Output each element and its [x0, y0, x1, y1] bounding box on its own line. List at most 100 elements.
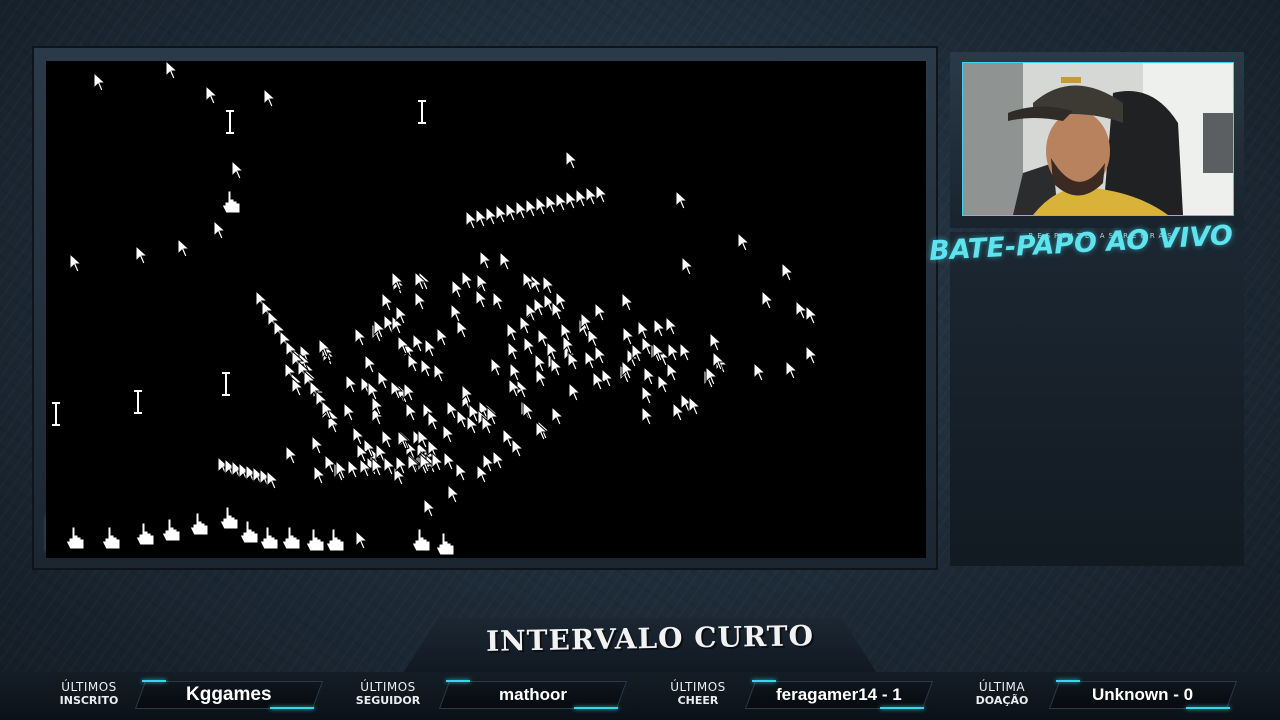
- arrow-cursor-icon: [545, 194, 558, 214]
- hand-cursor-icon: [101, 526, 121, 550]
- stream-overlay: RESPEITE AS REGRAS BATE-PAPO AO VIVO INT…: [0, 0, 1280, 720]
- arrow-cursor-icon: [587, 328, 600, 348]
- hand-cursor-icon: [189, 512, 209, 536]
- text-cursor-icon: [225, 110, 235, 134]
- hand-cursor-icon: [221, 190, 241, 214]
- arrow-cursor-icon: [461, 270, 474, 290]
- arrow-cursor-icon: [367, 381, 380, 401]
- arrow-cursor-icon: [442, 424, 455, 444]
- arrow-cursor-icon: [542, 275, 555, 295]
- arrow-cursor-icon: [761, 290, 774, 310]
- arrow-cursor-icon: [679, 342, 692, 362]
- arrow-cursor-icon: [414, 291, 427, 311]
- arrow-cursor-icon: [313, 465, 326, 485]
- arrow-cursor-icon: [585, 186, 598, 206]
- arrow-cursor-icon: [505, 202, 518, 222]
- arrow-cursor-icon: [525, 198, 538, 218]
- arrow-cursor-icon: [805, 305, 818, 325]
- arrow-cursor-icon: [551, 406, 564, 426]
- stat-accent: [752, 680, 776, 682]
- arrow-cursor-icon: [688, 396, 701, 416]
- arrow-cursor-icon: [785, 360, 798, 380]
- arrow-cursor-icon: [709, 332, 722, 352]
- arrow-cursor-icon: [412, 333, 425, 353]
- hand-cursor-icon: [305, 528, 325, 552]
- stat-label-follower: ÚLTIMOS SEGUIDOR: [355, 680, 421, 707]
- arrow-cursor-icon: [479, 250, 492, 270]
- text-cursor-icon: [133, 390, 143, 414]
- arrow-cursor-icon: [665, 316, 678, 336]
- arrow-cursor-icon: [165, 61, 178, 80]
- arrow-cursor-icon: [622, 326, 635, 346]
- arrow-cursor-icon: [568, 382, 581, 402]
- arrow-cursor-icon: [584, 350, 597, 370]
- arrow-cursor-icon: [795, 300, 808, 320]
- arrow-cursor-icon: [530, 274, 543, 294]
- arrow-cursor-icon: [311, 435, 324, 455]
- arrow-cursor-icon: [423, 498, 436, 518]
- text-cursor-icon: [417, 100, 427, 124]
- stat-value-follower: mathoor: [438, 681, 628, 709]
- arrow-cursor-icon: [781, 262, 794, 282]
- arrow-cursor-icon: [424, 338, 437, 358]
- stat-accent: [1056, 680, 1080, 682]
- break-title: INTERVALO CURTO: [485, 619, 815, 658]
- hand-cursor-icon: [325, 528, 345, 552]
- arrow-cursor-icon: [641, 385, 654, 405]
- arrow-cursor-icon: [485, 206, 498, 226]
- stat-accent: [1186, 707, 1230, 709]
- stat-accent: [574, 707, 618, 709]
- arrow-cursor-icon: [436, 327, 449, 347]
- arrow-cursor-icon: [675, 190, 688, 210]
- hand-cursor-icon: [161, 518, 181, 542]
- stat-label-subscriber: ÚLTIMOS INSCRITO: [59, 680, 119, 707]
- cursor-field: [51, 61, 818, 556]
- stat-label-donation: ÚLTIMA DOAÇÃO: [975, 680, 1029, 707]
- arrow-cursor-icon: [499, 251, 512, 271]
- arrow-cursor-icon: [492, 450, 505, 470]
- arrow-cursor-icon: [177, 238, 190, 258]
- arrow-cursor-icon: [495, 204, 508, 224]
- arrow-cursor-icon: [407, 353, 420, 373]
- arrow-cursor-icon: [383, 456, 396, 476]
- stat-accent: [446, 680, 470, 682]
- arrow-cursor-icon: [515, 200, 528, 220]
- arrow-cursor-icon: [213, 220, 226, 240]
- stat-accent: [270, 707, 314, 709]
- arrow-cursor-icon: [135, 245, 148, 265]
- webcam-feed: [962, 62, 1234, 216]
- hand-cursor-icon: [65, 526, 85, 550]
- arrow-cursor-icon: [653, 318, 666, 338]
- hand-cursor-icon: [259, 526, 279, 550]
- arrow-cursor-icon: [594, 302, 607, 322]
- hand-cursor-icon: [239, 520, 259, 544]
- arrow-cursor-icon: [205, 85, 218, 105]
- arrow-cursor-icon: [641, 406, 654, 426]
- stat-accent: [880, 707, 924, 709]
- arrow-cursor-icon: [507, 341, 520, 361]
- arrow-cursor-icon: [231, 160, 244, 180]
- arrow-cursor-icon: [381, 292, 394, 312]
- arrow-cursor-icon: [455, 462, 468, 482]
- stat-label-cheer: ÚLTIMOS CHEER: [670, 680, 726, 707]
- arrow-cursor-icon: [550, 357, 563, 377]
- arrow-cursor-icon: [355, 530, 368, 550]
- arrow-cursor-icon: [345, 374, 358, 394]
- arrow-cursor-icon: [335, 460, 348, 480]
- arrow-cursor-icon: [456, 319, 469, 339]
- arrow-cursor-icon: [443, 451, 456, 471]
- stat-value-cheer: feragamer14 - 1: [744, 681, 934, 709]
- arrow-cursor-icon: [506, 322, 519, 342]
- text-cursor-icon: [221, 372, 231, 396]
- arrow-cursor-icon: [475, 208, 488, 228]
- arrow-cursor-icon: [565, 190, 578, 210]
- arrow-cursor-icon: [522, 401, 535, 421]
- text-cursor-icon: [51, 402, 61, 426]
- arrow-cursor-icon: [343, 402, 356, 422]
- arrow-cursor-icon: [93, 72, 106, 92]
- arrow-cursor-icon: [705, 366, 718, 386]
- arrow-cursor-icon: [575, 188, 588, 208]
- arrow-cursor-icon: [555, 192, 568, 212]
- stat-value-subscriber: Kggames: [134, 681, 324, 709]
- game-screen: [46, 61, 926, 558]
